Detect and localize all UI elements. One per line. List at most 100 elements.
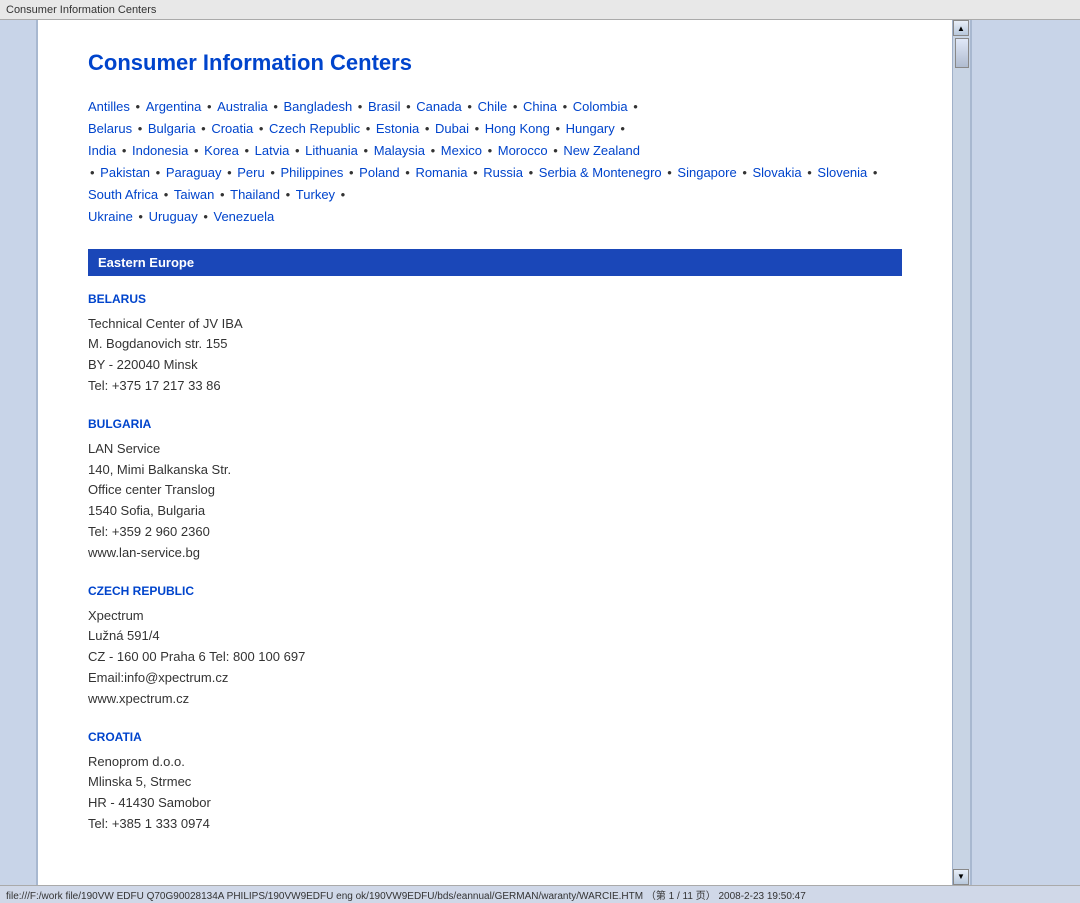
link-croatia[interactable]: Croatia	[211, 121, 253, 136]
link-bangladesh[interactable]: Bangladesh	[284, 99, 353, 114]
link-brasil[interactable]: Brasil	[368, 99, 401, 114]
link-korea[interactable]: Korea	[204, 143, 239, 158]
sep: •	[118, 143, 130, 158]
sep: •	[198, 121, 210, 136]
link-australia[interactable]: Australia	[217, 99, 268, 114]
country-bulgaria-title: BULGARIA	[88, 417, 902, 431]
sep: •	[152, 165, 164, 180]
link-canada[interactable]: Canada	[416, 99, 462, 114]
link-india[interactable]: India	[88, 143, 116, 158]
sep: •	[270, 99, 282, 114]
scrollbar[interactable]: ▲ ▼	[952, 20, 970, 885]
sep: •	[469, 165, 481, 180]
country-belarus: BELARUS Technical Center of JV IBA M. Bo…	[88, 292, 902, 397]
country-bulgaria: BULGARIA LAN Service 140, Mimi Balkanska…	[88, 417, 902, 564]
link-czech-republic[interactable]: Czech Republic	[269, 121, 360, 136]
link-bulgaria[interactable]: Bulgaria	[148, 121, 196, 136]
left-sidebar	[0, 20, 38, 885]
link-serbia[interactable]: Serbia & Montenegro	[539, 165, 662, 180]
sep: •	[869, 165, 877, 180]
link-pakistan[interactable]: Pakistan	[100, 165, 150, 180]
title-bar-text: Consumer Information Centers	[6, 4, 156, 16]
sep: •	[160, 187, 172, 202]
sep: •	[200, 209, 212, 224]
sep: •	[739, 165, 751, 180]
country-czech-republic: CZECH REPUBLIC Xpectrum Lužná 591/4 CZ -…	[88, 584, 902, 710]
link-taiwan[interactable]: Taiwan	[174, 187, 214, 202]
link-dubai[interactable]: Dubai	[435, 121, 469, 136]
country-czech-republic-info: Xpectrum Lužná 591/4 CZ - 160 00 Praha 6…	[88, 606, 902, 710]
link-uruguay[interactable]: Uruguay	[149, 209, 198, 224]
sep: •	[267, 165, 279, 180]
link-southafrica[interactable]: South Africa	[88, 187, 158, 202]
sep: •	[421, 121, 433, 136]
sep: •	[135, 209, 147, 224]
link-slovenia[interactable]: Slovenia	[817, 165, 867, 180]
country-croatia: CROATIA Renoprom d.o.o. Mlinska 5, Strme…	[88, 730, 902, 835]
sep: •	[509, 99, 521, 114]
link-turkey[interactable]: Turkey	[296, 187, 335, 202]
link-china[interactable]: China	[523, 99, 557, 114]
link-hungary[interactable]: Hungary	[566, 121, 615, 136]
sep: •	[282, 187, 294, 202]
link-chile[interactable]: Chile	[478, 99, 508, 114]
link-malaysia[interactable]: Malaysia	[374, 143, 425, 158]
scroll-thumb[interactable]	[955, 38, 969, 68]
sep: •	[203, 99, 215, 114]
sep: •	[402, 99, 414, 114]
link-estonia[interactable]: Estonia	[376, 121, 419, 136]
link-newzealand[interactable]: New Zealand	[563, 143, 640, 158]
sep: •	[559, 99, 571, 114]
link-poland[interactable]: Poland	[359, 165, 399, 180]
sep: •	[484, 143, 496, 158]
link-lithuania[interactable]: Lithuania	[305, 143, 358, 158]
country-belarus-info: Technical Center of JV IBA M. Bogdanovic…	[88, 314, 902, 397]
link-russia[interactable]: Russia	[483, 165, 523, 180]
sep: •	[354, 99, 366, 114]
links-section: Antilles • Argentina • Australia • Bangl…	[88, 96, 902, 229]
sep: •	[402, 165, 414, 180]
link-morocco[interactable]: Morocco	[498, 143, 548, 158]
sep: •	[291, 143, 303, 158]
status-bar: file:///F:/work file/190VW EDFU Q70G9002…	[0, 885, 1080, 903]
link-latvia[interactable]: Latvia	[255, 143, 290, 158]
link-philippines[interactable]: Philippines	[281, 165, 344, 180]
country-croatia-info: Renoprom d.o.o. Mlinska 5, Strmec HR - 4…	[88, 752, 902, 835]
sep: •	[255, 121, 267, 136]
sep: •	[345, 165, 357, 180]
sep: •	[427, 143, 439, 158]
link-ukraine[interactable]: Ukraine	[88, 209, 133, 224]
sep: •	[617, 121, 625, 136]
link-slovakia[interactable]: Slovakia	[752, 165, 801, 180]
scroll-up-arrow[interactable]: ▲	[953, 20, 969, 36]
link-singapore[interactable]: Singapore	[677, 165, 736, 180]
link-peru[interactable]: Peru	[237, 165, 264, 180]
sep: •	[464, 99, 476, 114]
link-antilles[interactable]: Antilles	[88, 99, 130, 114]
link-thailand[interactable]: Thailand	[230, 187, 280, 202]
link-romania[interactable]: Romania	[415, 165, 467, 180]
section-header: Eastern Europe	[88, 249, 902, 276]
link-paraguay[interactable]: Paraguay	[166, 165, 222, 180]
link-hongkong[interactable]: Hong Kong	[485, 121, 550, 136]
status-bar-text: file:///F:/work file/190VW EDFU Q70G9002…	[6, 887, 806, 902]
sep: •	[134, 121, 146, 136]
sep: •	[216, 187, 228, 202]
link-mexico[interactable]: Mexico	[441, 143, 482, 158]
link-belarus[interactable]: Belarus	[88, 121, 132, 136]
scroll-down-arrow[interactable]: ▼	[953, 869, 969, 885]
country-bulgaria-info: LAN Service 140, Mimi Balkanska Str. Off…	[88, 439, 902, 564]
title-bar: Consumer Information Centers	[0, 0, 1080, 20]
page-title: Consumer Information Centers	[88, 50, 902, 76]
link-argentina[interactable]: Argentina	[146, 99, 202, 114]
content-area: Consumer Information Centers Antilles • …	[38, 20, 952, 885]
sep: •	[241, 143, 253, 158]
country-czech-republic-title: CZECH REPUBLIC	[88, 584, 902, 598]
link-colombia[interactable]: Colombia	[573, 99, 628, 114]
link-venezuela[interactable]: Venezuela	[214, 209, 275, 224]
sep: •	[471, 121, 483, 136]
sep: •	[132, 99, 144, 114]
country-belarus-title: BELARUS	[88, 292, 902, 306]
sep: •	[550, 143, 562, 158]
link-indonesia[interactable]: Indonesia	[132, 143, 188, 158]
